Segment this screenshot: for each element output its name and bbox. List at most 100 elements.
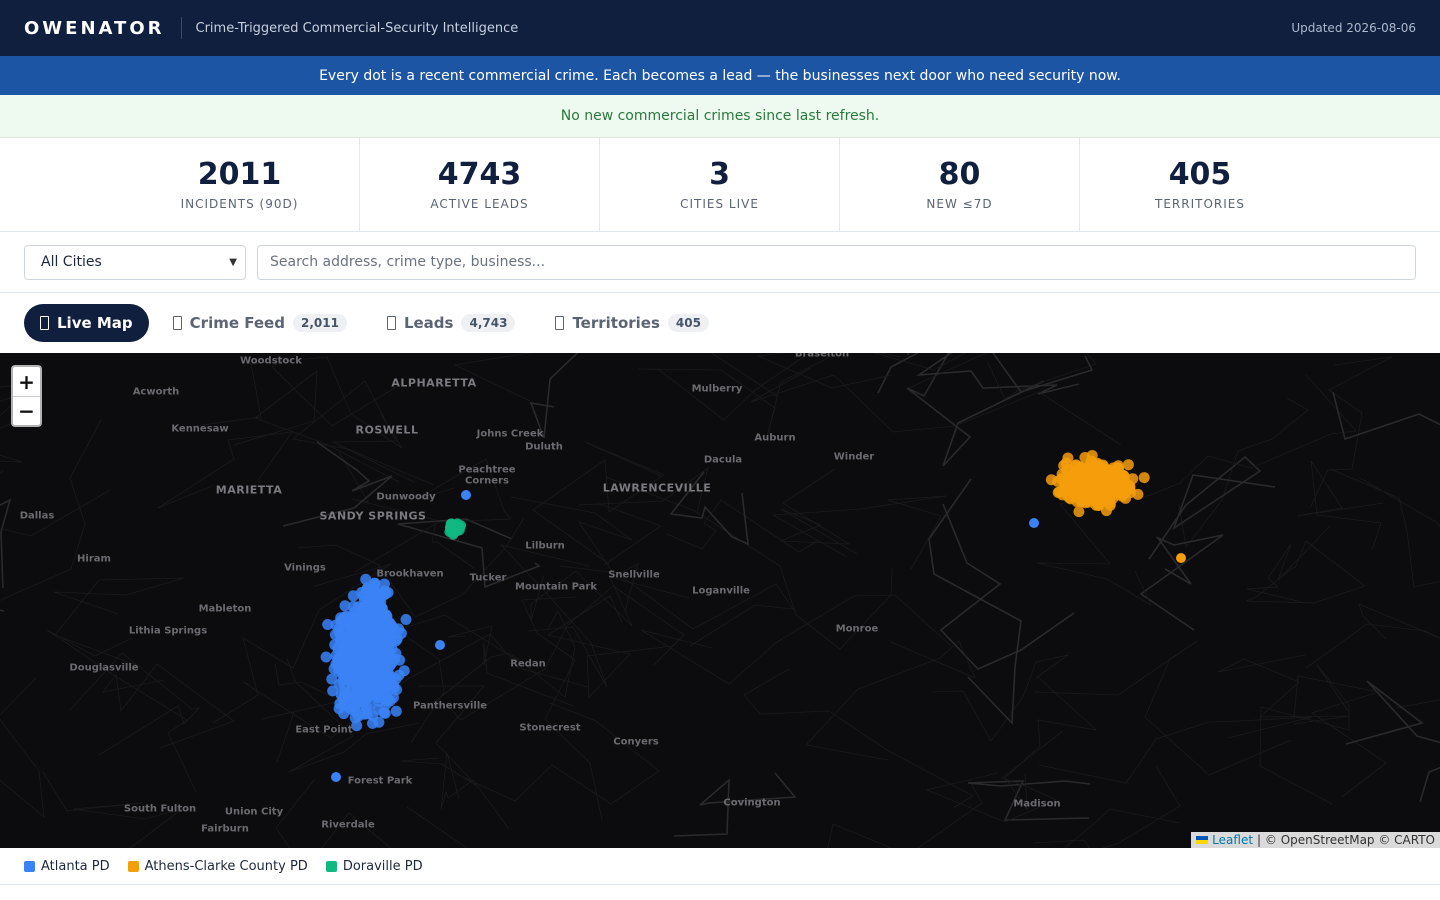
place-label: Lilburn [525,540,565,552]
road-line [750,367,1122,446]
incident-dot-athens [1073,506,1085,518]
legend-label: Athens-Clarke County PD [144,858,308,874]
legend-item-athens[interactable]: Athens-Clarke County PD [127,858,308,874]
stat-territories: 405 TERRITORIES [1080,138,1320,231]
road-line [275,778,468,848]
stat-incidents: 2011 INCIDENTS (90D) [120,138,360,231]
road-line [1245,540,1366,604]
incident-dot-atlanta [373,640,385,652]
stat-value: 3 [709,157,730,192]
place-label: ALPHARETTA [391,376,477,390]
map-icon [40,316,49,330]
header-divider [180,17,182,39]
incident-dot-athens [1045,474,1057,486]
stats-bar: 2011 INCIDENTS (90D) 4743 ACTIVE LEADS 3… [0,138,1440,232]
incident-dot-atlanta [361,622,373,634]
place-label: Braselton [794,353,850,360]
place-label: Duluth [525,441,563,453]
place-label: SANDY SPRINGS [319,509,427,523]
incident-dot-athens [1064,463,1076,475]
tab-leads[interactable]: Leads 4,743 [371,304,532,342]
place-label: Dallas [19,510,55,522]
road-line [1305,603,1440,669]
tab-crime-feed[interactable]: Crime Feed 2,011 [157,304,363,342]
incident-dot-atlanta [390,673,402,685]
road-line [1217,654,1350,725]
legend-item-atlanta[interactable]: Atlanta PD [24,859,110,874]
incident-dot-atlanta [373,695,385,707]
stat-value: 405 [1168,157,1232,192]
info-banner: Every dot is a recent commercial crime. … [0,56,1440,95]
stat-label: NEW ≤7D [926,197,993,211]
place-label: Douglasville [69,662,139,674]
feed-icon [172,316,182,330]
tagline: Crime-Triggered Commercial-Security Inte… [195,20,519,36]
incident-dot-athens [1105,479,1117,491]
zoom-in-button[interactable]: + [13,367,40,396]
search-input[interactable] [257,244,1416,280]
road-line [1139,534,1224,631]
territories-icon [555,316,565,330]
flag-icon [1196,836,1209,844]
place-label: Snellville [608,569,660,581]
tab-label: Live Map [57,314,133,332]
road-line [0,419,102,601]
road-line [1332,391,1440,441]
road-line [1033,640,1292,776]
road-line [0,498,12,589]
place-label: Loganville [692,585,750,597]
place-label: Panthersville [412,700,488,712]
incident-dot-athens [1072,488,1084,500]
place-label: Brookhaven [376,568,444,580]
road-line [53,577,185,666]
stat-label: CITIES LIVE [680,197,759,211]
view-tabs: Live Map Crime Feed 2,011 Leads 4,743 Te… [0,293,1440,353]
tab-territories[interactable]: Territories 405 [539,304,725,342]
incident-dot-atlanta [335,689,347,701]
place-label: Hiram [77,553,111,565]
place-label: Mulberry [691,383,743,395]
road-line [908,353,1097,400]
incident-dot-atlanta [390,705,402,717]
incident-dot-atlanta [369,586,381,598]
updated-timestamp: Updated 2026-08-06 [1291,21,1416,35]
place-label: Covington [723,797,781,809]
incident-dot [1176,553,1186,563]
place-label: ROSWELL [355,423,419,437]
zoom-out-button[interactable]: − [13,396,40,425]
road-line [1345,680,1440,803]
place-label: Monroe [835,623,879,635]
incident-dot-doraville [451,526,461,537]
stat-label: ACTIVE LEADS [430,197,529,211]
incident-dot-atlanta [320,651,332,663]
attribution-text: | © OpenStreetMap © CARTO [1257,833,1435,847]
incident-dot-atlanta [384,695,396,707]
legend-swatch [325,860,337,872]
incident-dot-athens [1091,488,1103,500]
road-line [0,470,111,537]
place-label: Redan [510,658,546,670]
place-label: MARIETTA [215,483,283,497]
incident-dot-atlanta [380,630,392,642]
leaflet-link[interactable]: Leaflet [1212,833,1253,847]
stat-label: TERRITORIES [1155,197,1245,211]
incident-dot [435,640,445,650]
road-line [640,594,952,685]
place-label: Johns Creek [476,428,544,440]
incident-dot-atlanta [349,705,361,717]
legend-item-doraville[interactable]: Doraville PD [325,859,423,874]
zoom-control: + − [11,365,42,427]
city-select[interactable]: All Cities ▼ [24,244,246,280]
stat-value: 4743 [437,157,522,192]
place-label: East Point [295,724,353,736]
road-line [1296,460,1384,551]
tab-live-map[interactable]: Live Map [24,304,149,342]
brand-logo[interactable]: OWENATOR [24,18,165,39]
incident-dot-atlanta [347,590,359,602]
leads-icon [386,316,396,330]
crime-map[interactable]: Woodstock Acworth ALPHARETTA Braselton Mulbe… [0,353,1440,848]
incident-dot-athens [1125,487,1137,498]
road-line [510,496,639,612]
tab-label: Territories [572,314,660,332]
place-label: Peachtree [458,464,516,476]
